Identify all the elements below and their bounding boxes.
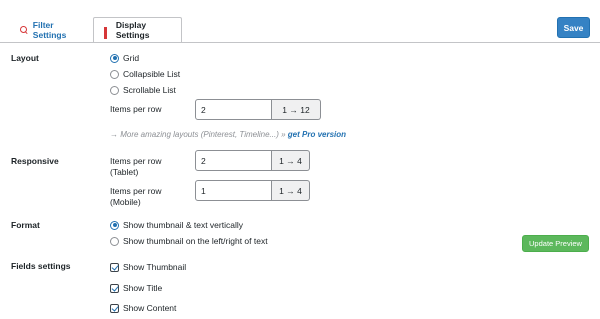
tablet-items-input[interactable]: 2 [195, 150, 272, 171]
radio-scrollable-list[interactable] [110, 85, 119, 95]
layout-option-scrollable[interactable]: Scrollable List [110, 85, 176, 95]
save-button[interactable]: Save [557, 17, 590, 38]
tab-filter-label: Filter Settings [32, 20, 67, 40]
format-option-label: Show thumbnail on the left/right of text [123, 236, 268, 246]
tablet-items-range: 1 → 4 [272, 150, 310, 171]
tab-divider [0, 42, 600, 43]
search-icon [20, 26, 28, 34]
format-option-vertical[interactable]: Show thumbnail & text vertically [110, 220, 243, 230]
tab-display-settings[interactable]: Display Settings [93, 17, 182, 43]
field-show-content[interactable]: Show Content [110, 303, 176, 313]
field-option-label: Show Content [123, 303, 177, 313]
tablet-items-label-line2: (Tablet) [110, 167, 139, 177]
mobile-items-label: Items per row (Mobile) [110, 186, 162, 208]
mobile-items-label-line1: Items per row [110, 186, 162, 196]
mobile-items-range: 1 → 4 [272, 180, 310, 201]
tab-display-label: Display Settings [115, 20, 150, 40]
pro-version-note: → More amazing layouts (Pinterest, Timel… [110, 130, 346, 139]
layout-option-label: Scrollable List [123, 85, 176, 95]
format-option-left-right[interactable]: Show thumbnail on the left/right of text [110, 236, 268, 246]
layout-option-label: Collapsible List [123, 69, 181, 79]
fields-settings-label: Fields settings [11, 261, 71, 271]
mobile-items-input[interactable]: 1 [195, 180, 272, 201]
checkbox-show-thumbnail[interactable] [110, 262, 119, 272]
field-option-label: Show Title [123, 283, 163, 293]
checkbox-show-content[interactable] [110, 303, 119, 313]
mobile-items-label-line2: (Mobile) [110, 197, 141, 207]
radio-collapsible-list[interactable] [110, 69, 119, 79]
responsive-section-label: Responsive [11, 156, 59, 166]
get-pro-version-link[interactable]: get Pro version [288, 130, 346, 139]
grid-icon [104, 26, 111, 39]
radio-grid[interactable] [110, 53, 119, 63]
update-preview-button[interactable]: Update Preview [522, 235, 589, 252]
layout-option-collapsible[interactable]: Collapsible List [110, 69, 180, 79]
field-option-label: Show Thumbnail [123, 262, 187, 272]
tab-filter-settings[interactable]: Filter Settings [10, 17, 88, 43]
items-per-row-label: Items per row [110, 104, 162, 114]
tablet-items-label-line1: Items per row [110, 156, 162, 166]
layout-section-label: Layout [11, 53, 39, 63]
field-show-title[interactable]: Show Title [110, 283, 162, 293]
layout-option-grid[interactable]: Grid [110, 53, 139, 63]
checkbox-show-title[interactable] [110, 283, 119, 293]
format-option-label: Show thumbnail & text vertically [123, 220, 243, 230]
radio-format-left-right[interactable] [110, 236, 119, 246]
pro-note-text: → More amazing layouts (Pinterest, Timel… [110, 130, 286, 139]
tablet-items-label: Items per row (Tablet) [110, 156, 162, 178]
layout-option-label: Grid [123, 53, 140, 63]
items-per-row-range: 1 → 12 [272, 99, 321, 120]
radio-format-vertical[interactable] [110, 220, 119, 230]
field-show-thumbnail[interactable]: Show Thumbnail [110, 262, 186, 272]
format-section-label: Format [11, 220, 40, 230]
settings-tabs: Filter Settings Display Settings [0, 0, 600, 43]
items-per-row-input[interactable]: 2 [195, 99, 272, 120]
